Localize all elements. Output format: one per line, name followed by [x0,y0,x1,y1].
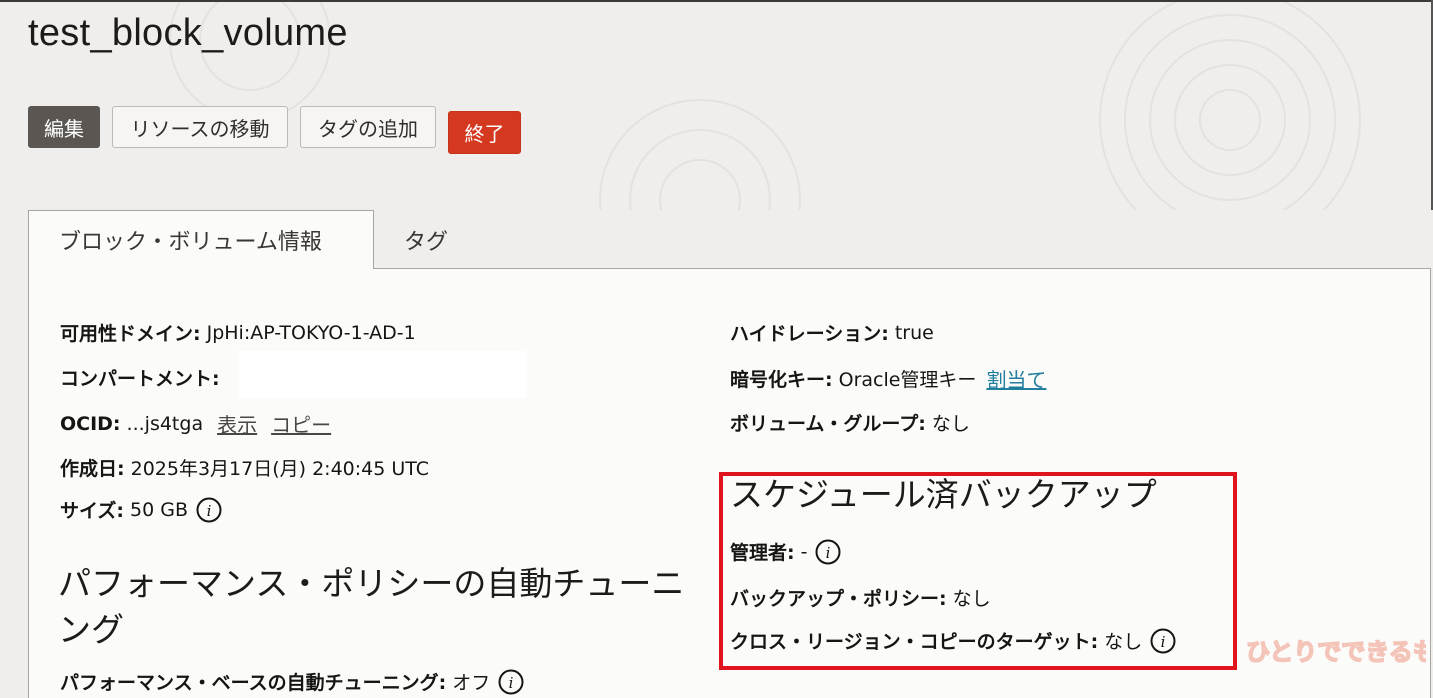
tab-block-volume-info[interactable]: ブロック・ボリューム情報 [28,210,374,269]
admin-label: 管理者: [730,542,795,564]
backup-policy-label: バックアップ・ポリシー: [730,588,947,610]
encryption-row: 暗号化キー: Oracle管理キー 割当て [730,364,1046,393]
svg-text:i: i [826,544,831,562]
page-title: test_block_volume [28,12,348,54]
availability-domain-value: JpHi:AP-TOKYO-1-AD-1 [206,321,416,344]
ocid-copy-link[interactable]: コピー [271,409,331,438]
watermark-text: ひとりでできるもん [1246,638,1426,666]
ocid-value: ...js4tga [126,412,204,435]
ocid-show-link[interactable]: 表示 [217,409,257,438]
cross-region-value: なし [1104,631,1143,653]
backup-policy-row: バックアップ・ポリシー: なし [730,584,991,611]
admin-value: - [800,540,808,563]
assign-key-link[interactable]: 割当て [986,364,1046,393]
volume-group-value: なし [931,413,970,435]
add-tag-button[interactable]: タグの追加 [300,106,436,148]
volume-group-row: ボリューム・グループ: なし [730,409,970,436]
info-icon[interactable]: i [196,497,222,523]
info-icon[interactable]: i [1150,628,1176,654]
watermark-logo: ひとりでできるもん [1245,637,1426,667]
scheduled-backup-title: スケジュール済バックアップ [730,475,1157,514]
compartment-label: コンパートメント: [60,368,220,390]
hydration-row: ハイドレーション: true [730,319,934,346]
cross-region-row: クロス・リージョン・コピーのターゲット: なし i [730,627,1176,654]
edit-button[interactable]: 編集 [28,106,100,148]
action-toolbar: 編集 リソースの移動 タグの追加 終了 [28,106,521,154]
size-row: サイズ: 50 GB i [60,496,222,523]
encryption-value: Oracle管理キー [838,369,977,391]
ocid-label: OCID: [60,412,121,435]
hydration-value: true [894,321,934,344]
detail-tabs: ブロック・ボリューム情報 タグ [28,210,478,269]
info-icon[interactable]: i [815,539,841,565]
encryption-label: 暗号化キー: [730,369,833,391]
tab-tags[interactable]: タグ [374,210,478,269]
top-border [0,0,1433,2]
size-value: 50 GB [130,498,189,521]
compartment-row: コンパートメント: [60,364,226,391]
redacted-compartment [238,351,526,398]
backup-policy-value: なし [952,588,991,610]
svg-text:i: i [509,674,514,692]
size-label: サイズ: [60,500,125,522]
created-value: 2025年3月17日(月) 2:40:45 UTC [130,458,430,480]
move-resource-button[interactable]: リソースの移動 [112,106,288,148]
svg-text:i: i [1161,633,1166,651]
svg-text:i: i [207,502,212,520]
admin-row: 管理者: - i [730,538,841,565]
terminate-button[interactable]: 終了 [448,111,521,154]
created-label: 作成日: [60,458,125,480]
availability-domain-label: 可用性ドメイン: [60,323,201,345]
cross-region-label: クロス・リージョン・コピーのターゲット: [730,631,1099,653]
created-row: 作成日: 2025年3月17日(月) 2:40:45 UTC [60,454,429,481]
ocid-row: OCID: ...js4tga 表示 コピー [60,409,331,438]
volume-group-label: ボリューム・グループ: [730,413,926,435]
hydration-label: ハイドレーション: [730,323,889,345]
availability-domain-row: 可用性ドメイン: JpHi:AP-TOKYO-1-AD-1 [60,319,416,346]
performance-tuning-title: パフォーマンス・ポリシーの自動チューニング [58,564,685,649]
